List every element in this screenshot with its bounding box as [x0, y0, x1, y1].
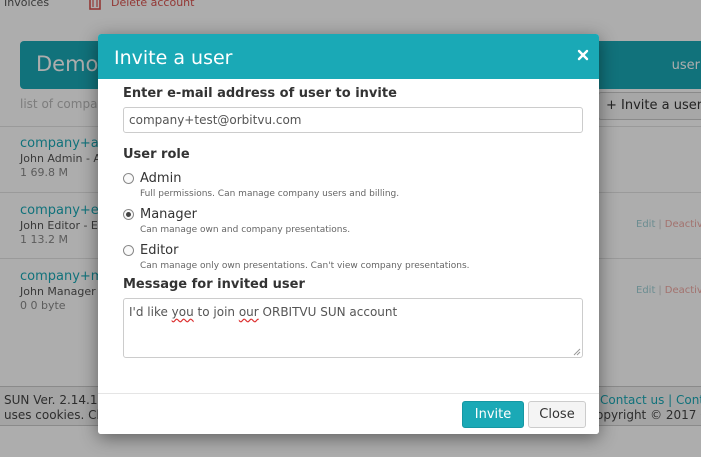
message-text: our: [238, 305, 259, 319]
modal-header: Invite a user: [98, 34, 599, 79]
user-role-label: User role: [123, 147, 190, 162]
role-label: Editor: [140, 243, 179, 258]
email-input[interactable]: [123, 107, 583, 133]
role-description: Full permissions. Can manage company use…: [140, 189, 400, 199]
resize-handle-icon[interactable]: [573, 348, 581, 356]
modal-title: Invite a user: [114, 47, 233, 69]
radio-button[interactable]: [123, 245, 134, 256]
radio-button[interactable]: [123, 173, 134, 184]
close-button[interactable]: Close: [528, 401, 586, 428]
modal-footer: Invite Close: [98, 393, 599, 434]
close-icon[interactable]: [576, 48, 590, 62]
message-text: to join: [193, 305, 239, 319]
message-textarea[interactable]: I'd like you to join our ORBITVU SUN acc…: [123, 298, 583, 358]
message-label: Message for invited user: [123, 277, 305, 292]
invite-button[interactable]: Invite: [462, 401, 524, 428]
email-label: Enter e-mail address of user to invite: [123, 86, 397, 101]
role-label: Admin: [140, 171, 182, 186]
radio-button[interactable]: [123, 209, 134, 220]
message-text: I'd like: [129, 305, 172, 319]
message-text: ORBITVU SUN account: [258, 305, 398, 319]
invite-user-modal: Invite a user Enter e-mail address of us…: [98, 34, 599, 434]
role-description: Can manage only own presentations. Can't…: [140, 261, 470, 271]
role-label: Manager: [140, 207, 197, 222]
message-text: you: [171, 305, 194, 319]
role-description: Can manage own and company presentations…: [140, 225, 351, 235]
